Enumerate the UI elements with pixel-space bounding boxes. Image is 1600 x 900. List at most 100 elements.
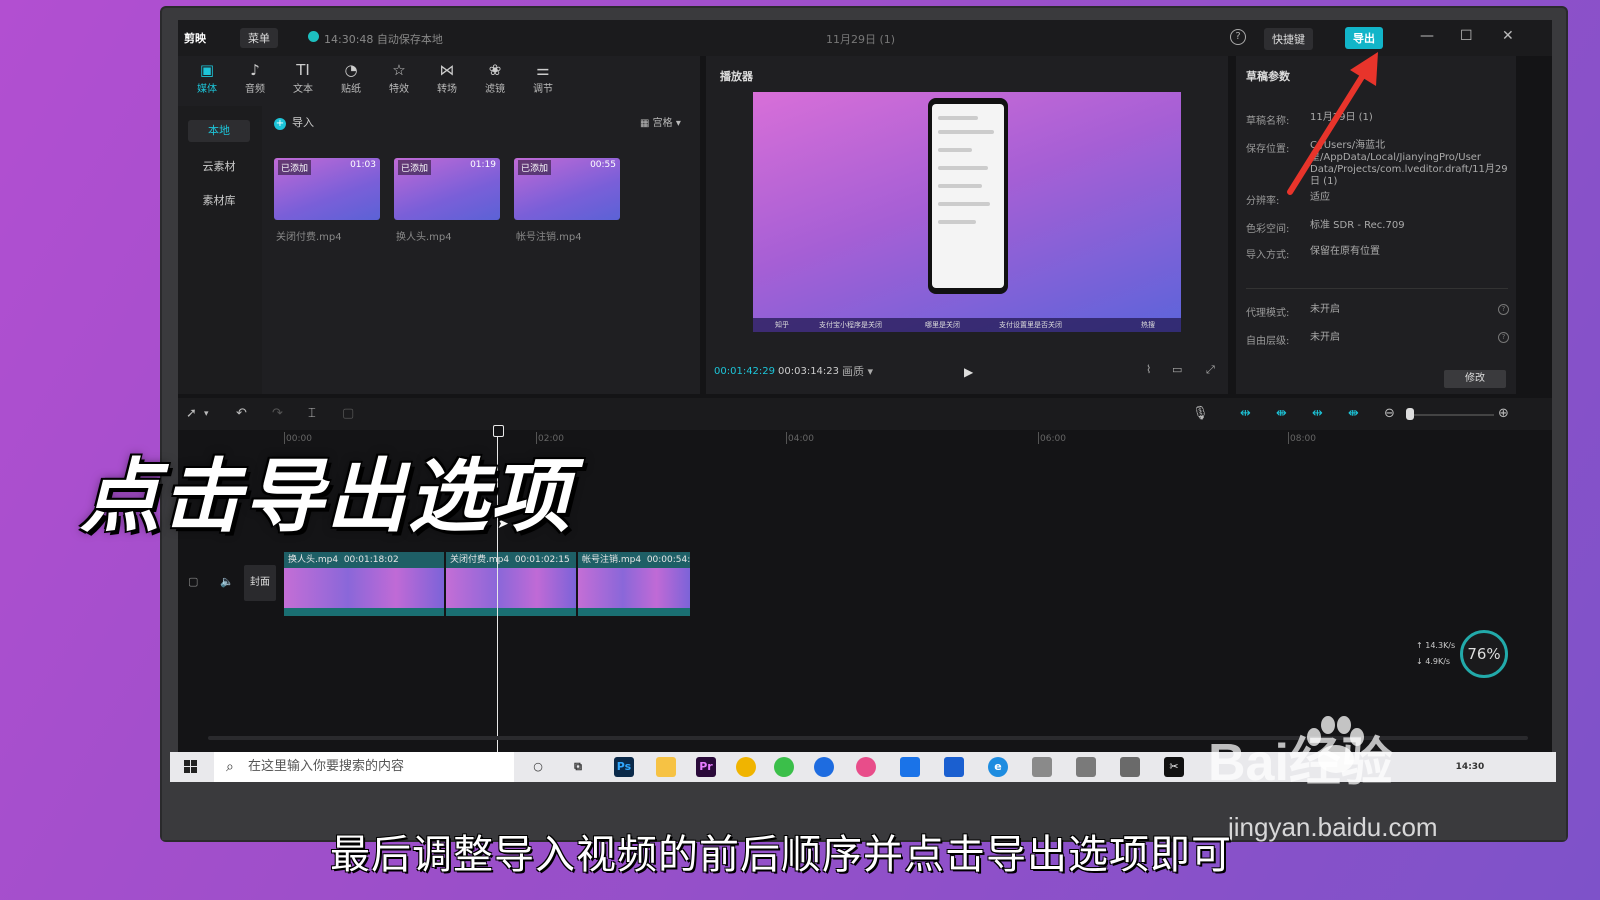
audio-icon: ♪ — [250, 61, 260, 79]
tab-audio[interactable]: ♪ 音频 — [232, 60, 278, 95]
save-status-icon — [308, 31, 319, 42]
title-bar: 剪映 菜单 14:30:48 自动保存本地 11月29日 (1) ? 快捷键 导… — [178, 20, 1552, 56]
clip-name: 帐号注销.mp4 — [582, 555, 642, 565]
clock[interactable]: 14:30 — [1450, 757, 1490, 777]
phone-mockup — [928, 98, 1008, 294]
capcut-icon[interactable]: ✂ — [1164, 757, 1184, 777]
edit-params-button[interactable]: 修改 — [1444, 370, 1506, 388]
param-label: 导入方式: — [1246, 250, 1290, 261]
linkage-icon[interactable]: ⇼ — [1276, 406, 1287, 421]
zoom-out-icon[interactable]: ⊖ — [1384, 406, 1395, 421]
ui-line — [938, 130, 994, 134]
timeline-clip[interactable]: 关闭付费.mp4 00:01:02:15 — [446, 552, 576, 616]
fullscreen-icon[interactable]: ⤢ — [1206, 363, 1215, 377]
undo-icon[interactable]: ↶ — [236, 406, 247, 421]
maximize-icon[interactable]: ☐ — [1460, 28, 1473, 44]
media-icon: ▣ — [199, 61, 215, 79]
ui-line — [938, 116, 978, 120]
ratio-icon[interactable]: ▭ — [1172, 363, 1182, 376]
browser-icon[interactable] — [814, 757, 834, 777]
microphone-icon[interactable]: 🎙 — [1192, 406, 1209, 421]
subtitle-item: 哪里是关闭 — [925, 321, 960, 329]
app-icon[interactable] — [900, 757, 920, 777]
tab-media[interactable]: ▣ 媒体 — [184, 60, 230, 95]
subtitle-caption: 最后调整导入视频的前后顺序并点击导出选项即可 — [330, 832, 1232, 878]
network-speed: ↑ 14.3K/s ↓ 4.9K/s — [1416, 638, 1455, 670]
file-explorer-icon[interactable] — [656, 757, 676, 777]
tab-label: 滤镜 — [485, 84, 505, 95]
zoom-slider-track[interactable] — [1414, 414, 1494, 416]
search-placeholder: 在这里输入你要搜索的内容 — [248, 759, 405, 774]
photos-icon[interactable] — [856, 757, 876, 777]
mail-icon[interactable] — [944, 757, 964, 777]
tab-transition[interactable]: ⋈ 转场 — [424, 60, 470, 95]
track-visibility-icon[interactable]: ▢ — [188, 575, 198, 588]
video-preview[interactable]: 知乎 支付宝小程序是关闭 哪里是关闭 支付设置里是否关闭 热搜 — [753, 92, 1181, 332]
sidebar-item-cloud[interactable]: 云素材 — [188, 156, 250, 178]
wechat-icon[interactable] — [774, 757, 794, 777]
ruler-tick: 04:00 — [786, 432, 814, 444]
param-value: 标准 SDR - Rec.709 — [1310, 220, 1405, 231]
redo-icon[interactable]: ↷ — [272, 406, 283, 421]
tab-sticker[interactable]: ◔ 贴纸 — [328, 60, 374, 95]
app-icon[interactable] — [1120, 757, 1140, 777]
windows-start-icon[interactable] — [184, 760, 198, 774]
export-button[interactable]: 导出 — [1345, 27, 1383, 49]
import-button[interactable]: + 导入 — [274, 114, 314, 130]
taskbar-search-input[interactable]: ⌕ 在这里输入你要搜索的内容 — [214, 752, 514, 782]
preview-axis-icon[interactable]: ⇹ — [1312, 406, 1323, 421]
media-clip-thumbnail[interactable]: 已添加 01:03 — [274, 158, 380, 220]
clip-header: 帐号注销.mp4 00:00:54:0 — [578, 552, 690, 568]
timeline-clip[interactable]: 帐号注销.mp4 00:00:54:0 — [578, 552, 690, 616]
view-toggle[interactable]: ▦ 宫格 ▾ — [640, 114, 681, 129]
info-icon[interactable]: ? — [1498, 304, 1509, 315]
media-panel: ▣ 媒体 ♪ 音频 TI 文本 ◔ 贴纸 ☆ 特效 ⋈ 转场 ❀ 滤镜 ⚌ 调节 本地 云素材 … — [178, 56, 700, 394]
plus-icon: + — [274, 118, 286, 130]
cortana-icon[interactable]: ○ — [528, 757, 548, 777]
cover-button[interactable]: 封面 — [244, 565, 276, 601]
snap-icon[interactable]: ⇹ — [1240, 406, 1251, 421]
tab-effects[interactable]: ☆ 特效 — [376, 60, 422, 95]
zoom-slider-handle[interactable] — [1406, 408, 1414, 420]
chrome-like-icon[interactable] — [736, 757, 756, 777]
param-label: 色彩空间: — [1246, 224, 1290, 235]
zoom-in-icon[interactable]: ⊕ — [1498, 406, 1509, 421]
delete-icon[interactable]: ▢ — [342, 406, 354, 421]
close-icon[interactable]: ✕ — [1502, 28, 1514, 44]
logo-tile — [184, 760, 190, 766]
premiere-icon[interactable]: Pr — [696, 757, 716, 777]
tab-text[interactable]: TI 文本 — [280, 60, 326, 95]
play-icon[interactable]: ▶ — [964, 365, 973, 379]
info-icon[interactable]: ? — [1498, 332, 1509, 343]
edge-icon[interactable]: e — [988, 757, 1008, 777]
menu-button[interactable]: 菜单 — [240, 28, 278, 48]
tab-adjust[interactable]: ⚌ 调节 — [520, 60, 566, 95]
sidebar-item-local[interactable]: 本地 — [188, 120, 250, 142]
app-icon[interactable] — [1032, 757, 1052, 777]
ui-line — [938, 220, 976, 224]
photoshop-icon[interactable]: Ps — [614, 757, 634, 777]
app-icon[interactable] — [1076, 757, 1096, 777]
align-icon[interactable]: ⇼ — [1348, 406, 1359, 421]
select-tool-icon[interactable]: ➚ — [186, 406, 197, 421]
sidebar-item-library[interactable]: 素材库 — [188, 190, 250, 212]
chevron-down-icon[interactable]: ▾ — [204, 409, 209, 419]
timeline-clip[interactable]: 换人头.mp4 00:01:18:02 — [284, 552, 444, 616]
quality-dropdown[interactable]: 画质 ▾ — [842, 363, 873, 379]
help-icon[interactable]: ? — [1230, 29, 1246, 45]
tab-filter[interactable]: ❀ 滤镜 — [472, 60, 518, 95]
cpu-gauge: 76% — [1460, 630, 1508, 678]
media-clip-thumbnail[interactable]: 已添加 01:19 — [394, 158, 500, 220]
track-mute-icon[interactable]: 🔈 — [220, 575, 234, 588]
split-icon[interactable]: ⌶ — [308, 406, 316, 421]
param-value: 未开启 — [1310, 332, 1340, 343]
red-arrow-annotation — [1287, 52, 1378, 195]
task-view-icon[interactable]: ⧉ — [568, 757, 588, 777]
minimize-icon[interactable]: — — [1420, 28, 1434, 44]
media-clip-thumbnail[interactable]: 已添加 00:55 — [514, 158, 620, 220]
clip-duration: 00:00:54:0 — [646, 555, 690, 565]
save-status-text: 14:30:48 自动保存本地 — [324, 33, 443, 46]
waveform-icon[interactable]: ⌇ — [1146, 363, 1151, 376]
shortcut-button[interactable]: 快捷键 — [1264, 28, 1313, 50]
ui-line — [938, 148, 972, 152]
